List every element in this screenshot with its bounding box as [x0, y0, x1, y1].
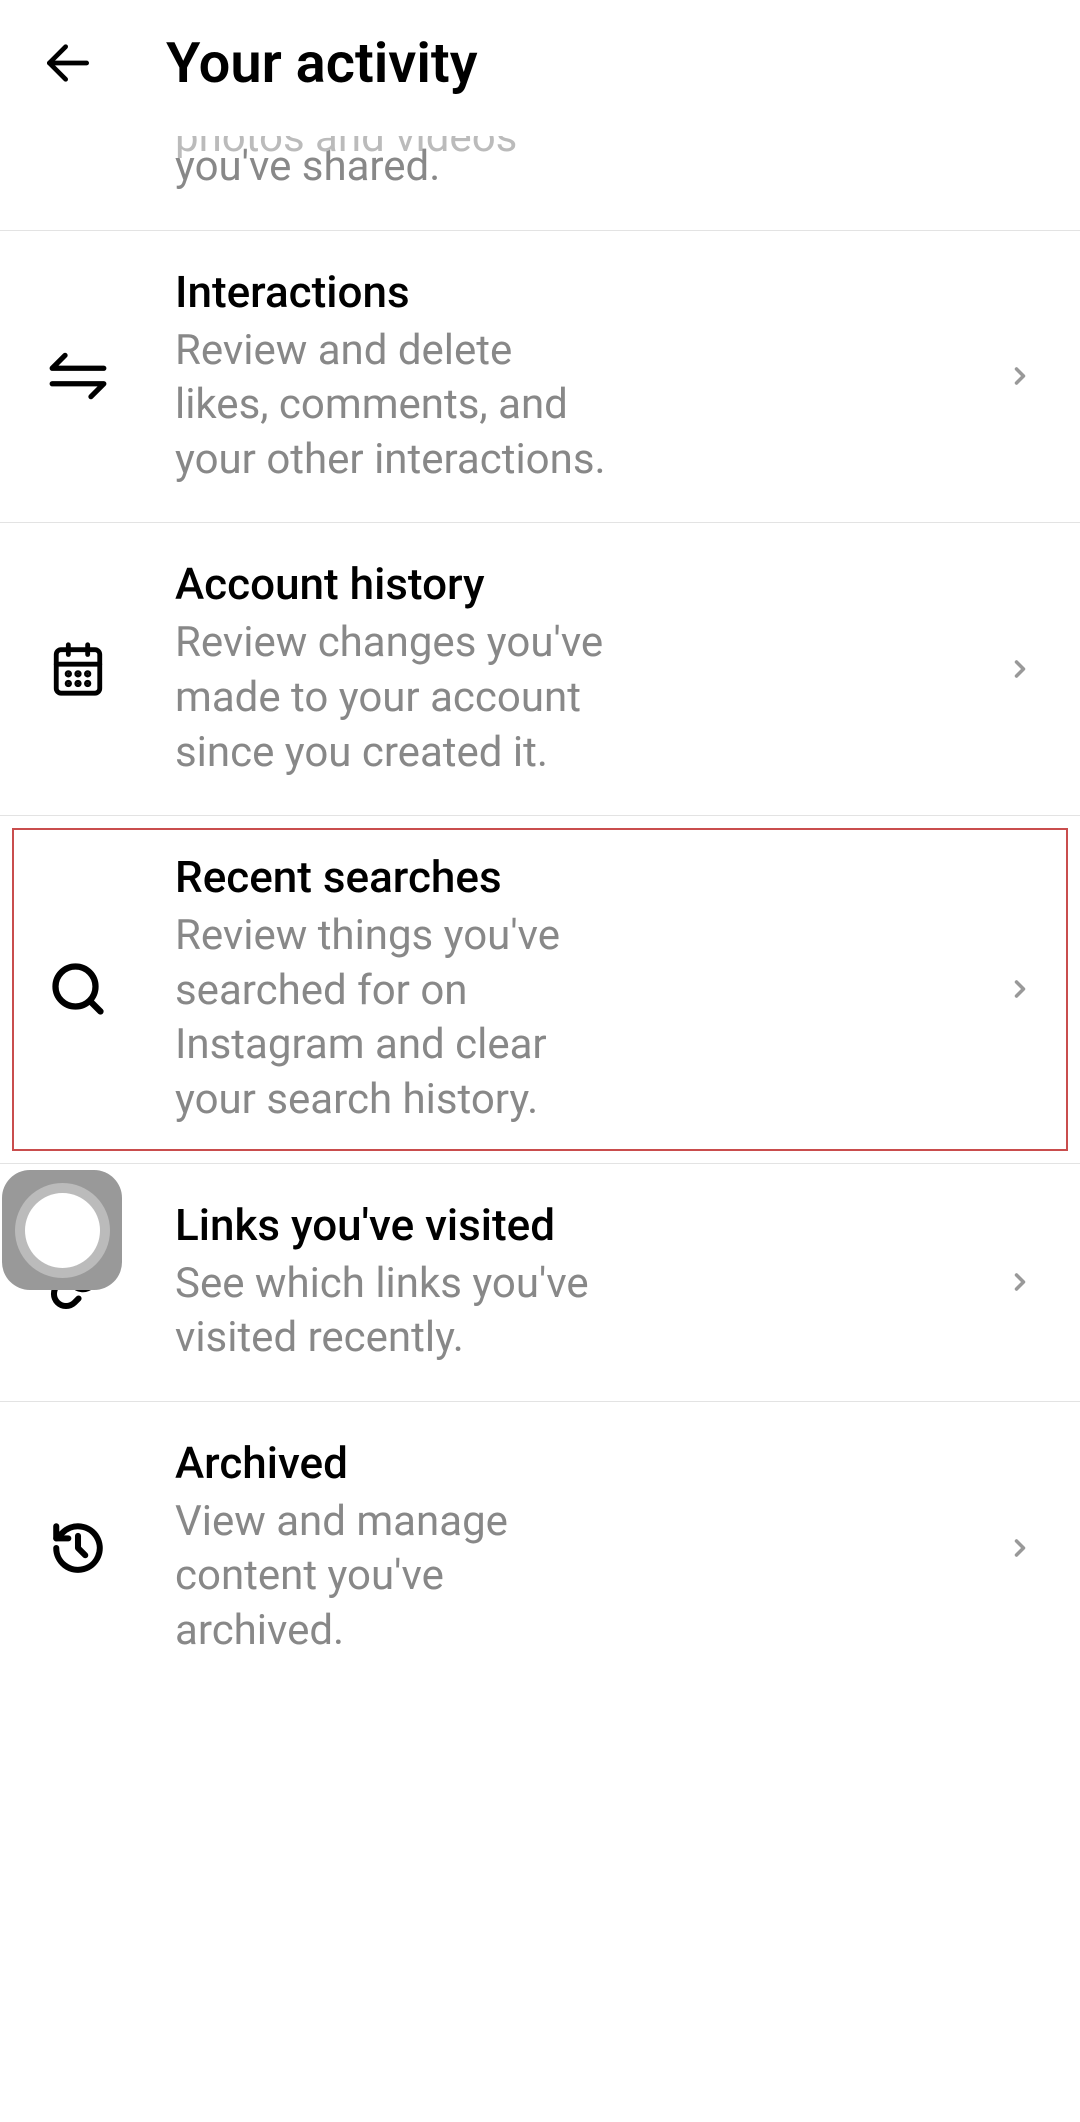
back-icon[interactable] — [40, 35, 96, 91]
list-item-interactions[interactable]: Interactions Review and delete likes, co… — [0, 230, 1080, 523]
item-title: Archived — [175, 1437, 980, 1489]
history-icon — [40, 1510, 115, 1585]
search-icon — [40, 952, 115, 1027]
item-desc: Review changes you've made to your accou… — [175, 616, 615, 780]
chevron-right-icon — [1000, 356, 1040, 396]
item-content: Recent searches Review things you've sea… — [115, 851, 1000, 1127]
item-title: Links you've visited — [175, 1199, 980, 1251]
item-content: Account history Review changes you've ma… — [115, 558, 1000, 780]
chevron-right-icon — [1000, 649, 1040, 689]
item-title: Recent searches — [175, 851, 980, 903]
page-title: Your activity — [166, 30, 478, 96]
header: Your activity — [0, 0, 1080, 136]
item-title: Account history — [175, 558, 980, 610]
list-item-links-visited[interactable]: Links you've visited See which links you… — [0, 1163, 1080, 1401]
chevron-right-icon — [1000, 1528, 1040, 1568]
list-item-account-history[interactable]: Account history Review changes you've ma… — [0, 522, 1080, 815]
item-content: Links you've visited See which links you… — [115, 1199, 1000, 1366]
item-content: Archived View and manage content you've … — [115, 1437, 1000, 1659]
assistive-touch-icon[interactable] — [2, 1170, 122, 1290]
item-desc: Review and delete likes, comments, and y… — [175, 324, 615, 488]
list-item-archived[interactable]: Archived View and manage content you've … — [0, 1401, 1080, 1694]
item-desc: View and manage content you've archived. — [175, 1495, 615, 1659]
item-content: Interactions Review and delete likes, co… — [115, 266, 1000, 488]
interactions-icon — [40, 339, 115, 414]
calendar-icon — [40, 632, 115, 707]
item-title: Interactions — [175, 266, 980, 318]
chevron-right-icon — [1000, 1262, 1040, 1302]
clipped-item-desc: photos and videos you've shared. — [0, 136, 620, 230]
item-desc: See which links you've visited recently. — [175, 1257, 615, 1366]
chevron-right-icon — [1000, 969, 1040, 1009]
list-item-recent-searches[interactable]: Recent searches Review things you've sea… — [0, 815, 1080, 1162]
item-desc: Review things you've searched for on Ins… — [175, 909, 615, 1127]
